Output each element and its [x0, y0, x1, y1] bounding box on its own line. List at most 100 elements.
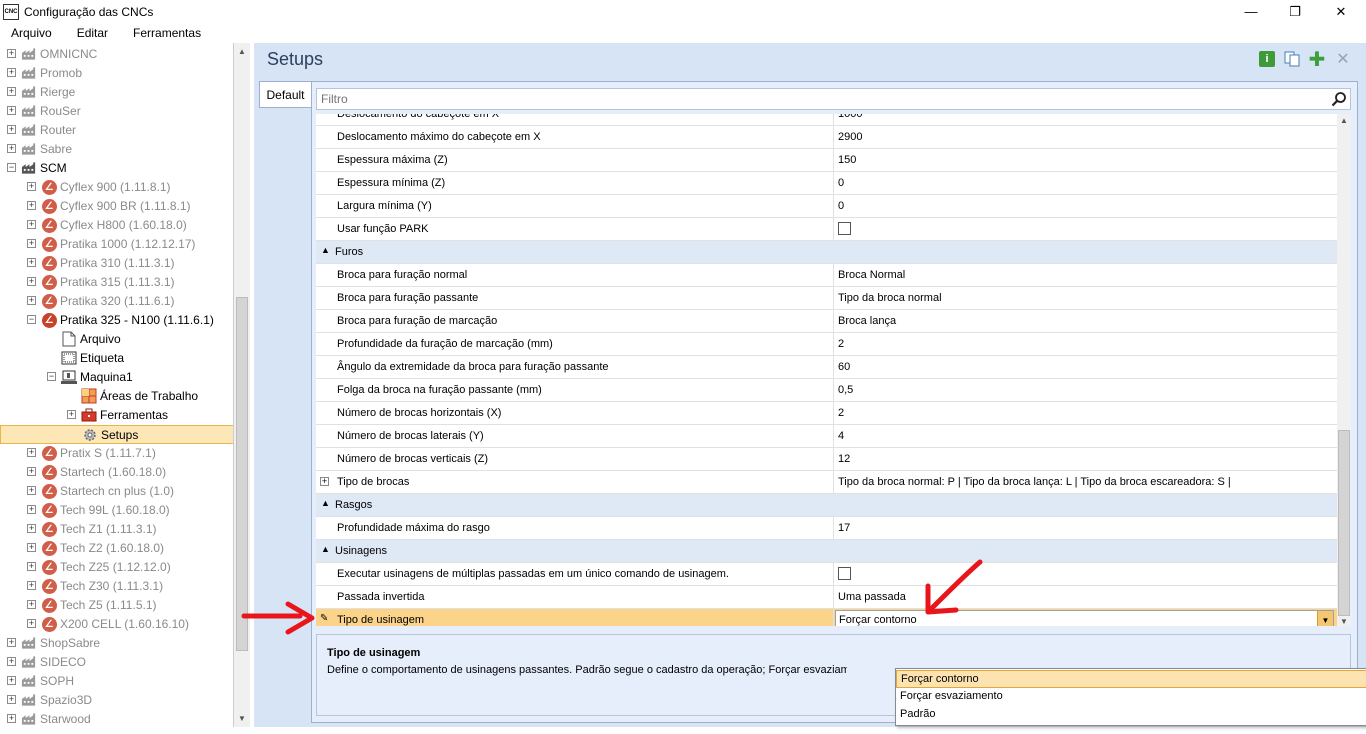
- property-value[interactable]: Broca Normal: [838, 269, 905, 281]
- scroll-up-icon[interactable]: ▲: [238, 47, 246, 56]
- expand-icon[interactable]: +: [27, 467, 36, 476]
- expand-icon[interactable]: +: [7, 144, 16, 153]
- tree-item[interactable]: + ∠ Tech Z25 (1.12.12.0): [0, 558, 233, 577]
- expand-icon[interactable]: +: [320, 477, 329, 486]
- property-value[interactable]: 12: [838, 453, 850, 465]
- property-row[interactable]: Deslocamento máximo do cabeçote em X 2900: [316, 126, 1337, 149]
- usinagem-dropdown-list[interactable]: Forçar contorno Forçar esvaziamento Padrão: [895, 668, 1366, 726]
- property-value[interactable]: 60: [838, 361, 850, 373]
- tree-item[interactable]: + ∠ Startech (1.60.18.0): [0, 463, 233, 482]
- filter-input[interactable]: [321, 92, 1321, 106]
- property-row[interactable]: Espessura mínima (Z) 0: [316, 172, 1337, 195]
- tree-item[interactable]: + ∠ Pratika 1000 (1.12.12.17): [0, 235, 233, 254]
- tree-item[interactable]: + Ferramentas: [0, 406, 233, 425]
- tree-item[interactable]: + ∠ Tech Z5 (1.11.5.1): [0, 596, 233, 615]
- tree-item[interactable]: + Router: [0, 121, 233, 140]
- property-row[interactable]: Usar função PARK: [316, 218, 1337, 241]
- maximize-button[interactable]: ❐: [1272, 0, 1318, 23]
- collapse-icon[interactable]: −: [7, 163, 16, 172]
- tree-item[interactable]: + ∠ Tech 99L (1.60.18.0): [0, 501, 233, 520]
- category-row[interactable]: ▲ Usinagens: [316, 540, 1337, 563]
- add-icon[interactable]: ✚: [1309, 49, 1326, 71]
- expand-icon[interactable]: +: [27, 600, 36, 609]
- tree-item[interactable]: + ∠ Cyflex 900 (1.11.8.1): [0, 178, 233, 197]
- tree-item[interactable]: − Maquina1: [0, 368, 233, 387]
- chevron-down-icon[interactable]: ▼: [1317, 611, 1333, 626]
- copy-icon[interactable]: [1284, 51, 1300, 67]
- expand-icon[interactable]: +: [27, 524, 36, 533]
- info-icon[interactable]: i: [1259, 51, 1275, 67]
- property-row[interactable]: ✎ Tipo de usinagem Forçar contorno ▼: [316, 609, 1337, 626]
- property-row[interactable]: Profundidade máxima do rasgo 17: [316, 517, 1337, 540]
- expand-icon[interactable]: +: [27, 296, 36, 305]
- expand-icon[interactable]: +: [7, 695, 16, 704]
- grid-scrollbar[interactable]: ▲ ▼: [1337, 114, 1351, 626]
- tree-item[interactable]: + SIDECO: [0, 653, 233, 672]
- expand-icon[interactable]: +: [27, 220, 36, 229]
- collapse-icon[interactable]: ▲: [321, 544, 330, 554]
- tree-item[interactable]: + SOPH: [0, 672, 233, 691]
- tree-scrollbar[interactable]: ▲ ▼: [234, 43, 250, 727]
- property-checkbox[interactable]: [838, 567, 851, 580]
- tree-item[interactable]: + ∠ Pratika 310 (1.11.3.1): [0, 254, 233, 273]
- tree-item[interactable]: + ∠ Tech Z2 (1.60.18.0): [0, 539, 233, 558]
- expand-icon[interactable]: +: [27, 543, 36, 552]
- property-row[interactable]: Espessura máxima (Z) 150: [316, 149, 1337, 172]
- property-row[interactable]: Profundidade da furação de marcação (mm)…: [316, 333, 1337, 356]
- tree-item[interactable]: + Sabre: [0, 140, 233, 159]
- tree-item[interactable]: Etiqueta: [0, 349, 233, 368]
- grid-scroll-down-icon[interactable]: ▼: [1340, 617, 1348, 626]
- property-row[interactable]: Passada invertida Uma passada: [316, 586, 1337, 609]
- expand-icon[interactable]: +: [7, 657, 16, 666]
- property-row[interactable]: Broca para furação de marcação Broca lanç…: [316, 310, 1337, 333]
- close-button[interactable]: ✕: [1318, 0, 1364, 23]
- expand-icon[interactable]: +: [7, 676, 16, 685]
- property-value[interactable]: 0: [838, 177, 844, 189]
- tab-default[interactable]: Default: [259, 81, 311, 108]
- tree-item[interactable]: + ∠ Tech Z1 (1.11.3.1): [0, 520, 233, 539]
- tree-item[interactable]: Áreas de Trabalho: [0, 387, 233, 406]
- property-row[interactable]: Broca para furação passante Tipo da broca…: [316, 287, 1337, 310]
- tree-item[interactable]: + ∠ Pratix S (1.11.7.1): [0, 444, 233, 463]
- collapse-icon[interactable]: ▲: [321, 498, 330, 508]
- property-value[interactable]: Broca lança: [838, 315, 896, 327]
- tree-item[interactable]: + ∠ Cyflex 900 BR (1.11.8.1): [0, 197, 233, 216]
- expand-icon[interactable]: +: [27, 448, 36, 457]
- category-row[interactable]: ▲ Rasgos: [316, 494, 1337, 517]
- expand-icon[interactable]: +: [27, 239, 36, 248]
- property-value[interactable]: Uma passada: [838, 591, 906, 603]
- property-row[interactable]: Executar usinagens de múltiplas passadas…: [316, 563, 1337, 586]
- minimize-button[interactable]: —: [1228, 0, 1274, 23]
- expand-icon[interactable]: +: [27, 182, 36, 191]
- expand-icon[interactable]: +: [7, 125, 16, 134]
- collapse-icon[interactable]: ▲: [321, 245, 330, 255]
- property-value[interactable]: 2: [838, 407, 844, 419]
- menu-arquivo[interactable]: Arquivo: [0, 26, 63, 40]
- tree-item[interactable]: + Starwood: [0, 710, 233, 727]
- tree-item[interactable]: Arquivo: [0, 330, 233, 349]
- scroll-down-icon[interactable]: ▼: [238, 714, 246, 723]
- property-checkbox[interactable]: [838, 222, 851, 235]
- grid-scroll-up-icon[interactable]: ▲: [1340, 116, 1348, 125]
- expand-icon[interactable]: +: [7, 87, 16, 96]
- collapse-icon[interactable]: −: [47, 372, 56, 381]
- menu-editar[interactable]: Editar: [63, 26, 119, 40]
- tree-item[interactable]: + ∠ Pratika 315 (1.11.3.1): [0, 273, 233, 292]
- dropdown-option[interactable]: Forçar esvaziamento: [896, 688, 1366, 706]
- property-value[interactable]: 2: [838, 338, 844, 350]
- tree-item[interactable]: + Promob: [0, 64, 233, 83]
- property-value[interactable]: 17: [838, 522, 850, 534]
- menu-ferramentas[interactable]: Ferramentas: [119, 26, 212, 40]
- property-value[interactable]: Tipo da broca normal: P | Tipo da broca …: [838, 476, 1231, 488]
- property-row[interactable]: Folga da broca na furação passante (mm) 0…: [316, 379, 1337, 402]
- expand-icon[interactable]: +: [7, 106, 16, 115]
- expand-icon[interactable]: +: [27, 486, 36, 495]
- expand-icon[interactable]: +: [7, 638, 16, 647]
- expand-icon[interactable]: +: [27, 505, 36, 514]
- property-value[interactable]: 4: [838, 430, 844, 442]
- property-value[interactable]: 1000: [838, 114, 862, 120]
- grid-scroll-thumb[interactable]: [1338, 430, 1350, 616]
- expand-icon[interactable]: +: [7, 714, 16, 723]
- property-row[interactable]: Largura mínima (Y) 0: [316, 195, 1337, 218]
- property-row[interactable]: + Tipo de brocas Tipo da broca normal: P |…: [316, 471, 1337, 494]
